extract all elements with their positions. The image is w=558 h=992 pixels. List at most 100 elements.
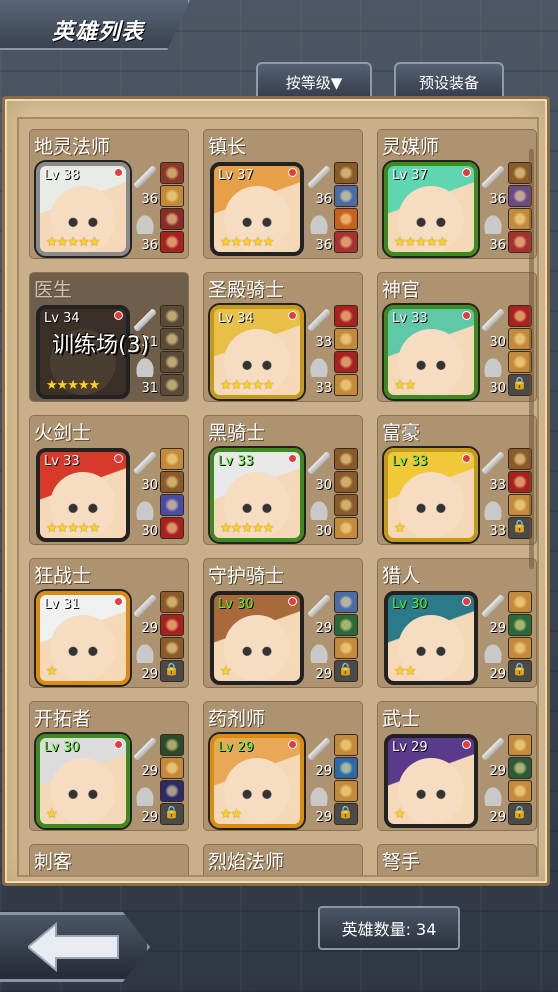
hero-card[interactable]: 刺客 xyxy=(29,844,189,875)
attack-value: 36 xyxy=(141,192,158,207)
hero-card[interactable]: 镇长 Lv 37 ★★★★★ 36 36 xyxy=(203,129,363,259)
hero-name: 弩手 xyxy=(382,851,421,873)
hero-card[interactable]: 黑骑士 Lv 33 ★★★★★ 30 30 xyxy=(203,415,363,545)
equipment-slot[interactable] xyxy=(160,494,184,516)
equipment-slot[interactable] xyxy=(334,494,358,516)
hero-card[interactable]: 医生 Lv 34 ★★★★★ 31 31 训练场(3) xyxy=(29,272,189,402)
hero-level: Lv 33 xyxy=(392,311,428,326)
lock-icon[interactable] xyxy=(508,803,532,825)
scrollbar[interactable] xyxy=(529,149,534,569)
helmet-icon xyxy=(482,212,504,234)
equipment-slot[interactable] xyxy=(334,591,358,613)
equipment-slot[interactable] xyxy=(160,351,184,373)
gem-icon xyxy=(288,311,297,320)
hero-card[interactable]: 狂战士 Lv 31 ★ 29 29 xyxy=(29,558,189,688)
equipment-slot[interactable] xyxy=(508,734,532,756)
sort-by-level-button[interactable]: 按等级▼ xyxy=(256,62,372,100)
equipment-slot[interactable] xyxy=(334,351,358,373)
defense-value: 29 xyxy=(141,667,158,682)
equipment-slot[interactable] xyxy=(160,757,184,779)
stat-icons xyxy=(308,591,332,619)
defense-value: 33 xyxy=(315,381,332,396)
equipment-slot[interactable] xyxy=(508,591,532,613)
equipment-slot[interactable] xyxy=(334,517,358,539)
lock-icon[interactable] xyxy=(160,660,184,682)
lock-icon[interactable] xyxy=(334,803,358,825)
equipment-slot[interactable] xyxy=(334,471,358,493)
equipment-slot[interactable] xyxy=(334,374,358,396)
equipment-slot[interactable] xyxy=(334,231,358,253)
hero-card[interactable]: 猎人 Lv 30 ★★ 29 29 xyxy=(377,558,537,688)
equipment-slot[interactable] xyxy=(334,208,358,230)
hero-level: Lv 33 xyxy=(392,454,428,469)
hero-name: 烈焰法师 xyxy=(208,851,285,873)
stat-icons xyxy=(308,305,332,333)
equipment-slot[interactable] xyxy=(334,328,358,350)
helmet-icon xyxy=(482,498,504,520)
hero-card[interactable]: 圣殿骑士 Lv 34 ★★★★★ 33 33 xyxy=(203,272,363,402)
equipment-slot[interactable] xyxy=(160,162,184,184)
hero-name: 猎人 xyxy=(382,565,421,587)
lock-icon[interactable] xyxy=(508,660,532,682)
equipment-slot[interactable] xyxy=(334,448,358,470)
hero-level: Lv 30 xyxy=(218,597,254,612)
defense-value: 29 xyxy=(141,810,158,825)
equipment-slot[interactable] xyxy=(160,517,184,539)
equipment-slot[interactable] xyxy=(160,208,184,230)
hero-card[interactable]: 富豪 Lv 33 ★ 33 33 xyxy=(377,415,537,545)
hero-card[interactable]: 神官 Lv 33 ★★ 30 30 xyxy=(377,272,537,402)
hero-grid-viewport[interactable]: 地灵法师 Lv 38 ★★★★★ 36 36 镇长 Lv 37 ★★★★★ 36 36 灵媒师 Lv … xyxy=(17,117,539,877)
equipment-slot[interactable] xyxy=(160,637,184,659)
equipment-slot[interactable] xyxy=(334,185,358,207)
defense-value: 36 xyxy=(315,238,332,253)
hero-card[interactable]: 烈焰法师 xyxy=(203,844,363,875)
stat-icons xyxy=(134,734,158,762)
equipment-slot[interactable] xyxy=(160,305,184,327)
hero-card[interactable]: 地灵法师 Lv 38 ★★★★★ 36 36 xyxy=(29,129,189,259)
gem-icon xyxy=(288,740,297,749)
equipment-slot[interactable] xyxy=(334,305,358,327)
equipment-slot[interactable] xyxy=(508,780,532,802)
equipment-slot[interactable] xyxy=(334,162,358,184)
equipment-slot[interactable] xyxy=(160,374,184,396)
equipment-slot[interactable] xyxy=(160,231,184,253)
hero-portrait: Lv 29 ★★ xyxy=(210,734,304,828)
hero-card[interactable]: 武士 Lv 29 ★ 29 29 xyxy=(377,701,537,831)
hero-portrait: Lv 30 ★ xyxy=(210,591,304,685)
hero-card[interactable]: 药剂师 Lv 29 ★★ 29 29 xyxy=(203,701,363,831)
equipment-slot[interactable] xyxy=(334,757,358,779)
sword-icon xyxy=(482,166,504,188)
lock-icon[interactable] xyxy=(160,803,184,825)
equipment-slot[interactable] xyxy=(160,185,184,207)
hero-card[interactable]: 守护骑士 Lv 30 ★ 29 29 xyxy=(203,558,363,688)
hero-level: Lv 31 xyxy=(44,597,80,612)
equipment-slot[interactable] xyxy=(160,780,184,802)
hero-card[interactable]: 灵媒师 Lv 37 ★★★★★ 36 36 xyxy=(377,129,537,259)
equipment-slot[interactable] xyxy=(160,614,184,636)
hero-card[interactable]: 火剑士 Lv 33 ★★★★★ 30 30 xyxy=(29,415,189,545)
equipment-slots xyxy=(334,305,358,397)
equipment-slot[interactable] xyxy=(160,328,184,350)
equipment-slot[interactable] xyxy=(334,780,358,802)
equipment-slot[interactable] xyxy=(160,448,184,470)
equipment-slot[interactable] xyxy=(508,614,532,636)
preset-equipment-button[interactable]: 预设装备 xyxy=(394,62,504,100)
lock-icon[interactable] xyxy=(334,660,358,682)
gem-icon xyxy=(114,311,123,320)
helmet-icon xyxy=(134,498,156,520)
equipment-slot[interactable] xyxy=(508,757,532,779)
equipment-slot[interactable] xyxy=(160,471,184,493)
hero-card[interactable]: 弩手 xyxy=(377,844,537,875)
equipment-slot[interactable] xyxy=(508,637,532,659)
hero-portrait: Lv 37 ★★★★★ xyxy=(210,162,304,256)
hero-portrait: Lv 30 ★★ xyxy=(384,591,478,685)
equipment-slot[interactable] xyxy=(334,614,358,636)
attack-value: 29 xyxy=(141,764,158,779)
hero-portrait: Lv 29 ★ xyxy=(384,734,478,828)
equipment-slot[interactable] xyxy=(160,734,184,756)
equipment-slot[interactable] xyxy=(334,734,358,756)
equipment-slot[interactable] xyxy=(334,637,358,659)
defense-value: 31 xyxy=(141,381,158,396)
hero-card[interactable]: 开拓者 Lv 30 ★ 29 29 xyxy=(29,701,189,831)
equipment-slot[interactable] xyxy=(160,591,184,613)
